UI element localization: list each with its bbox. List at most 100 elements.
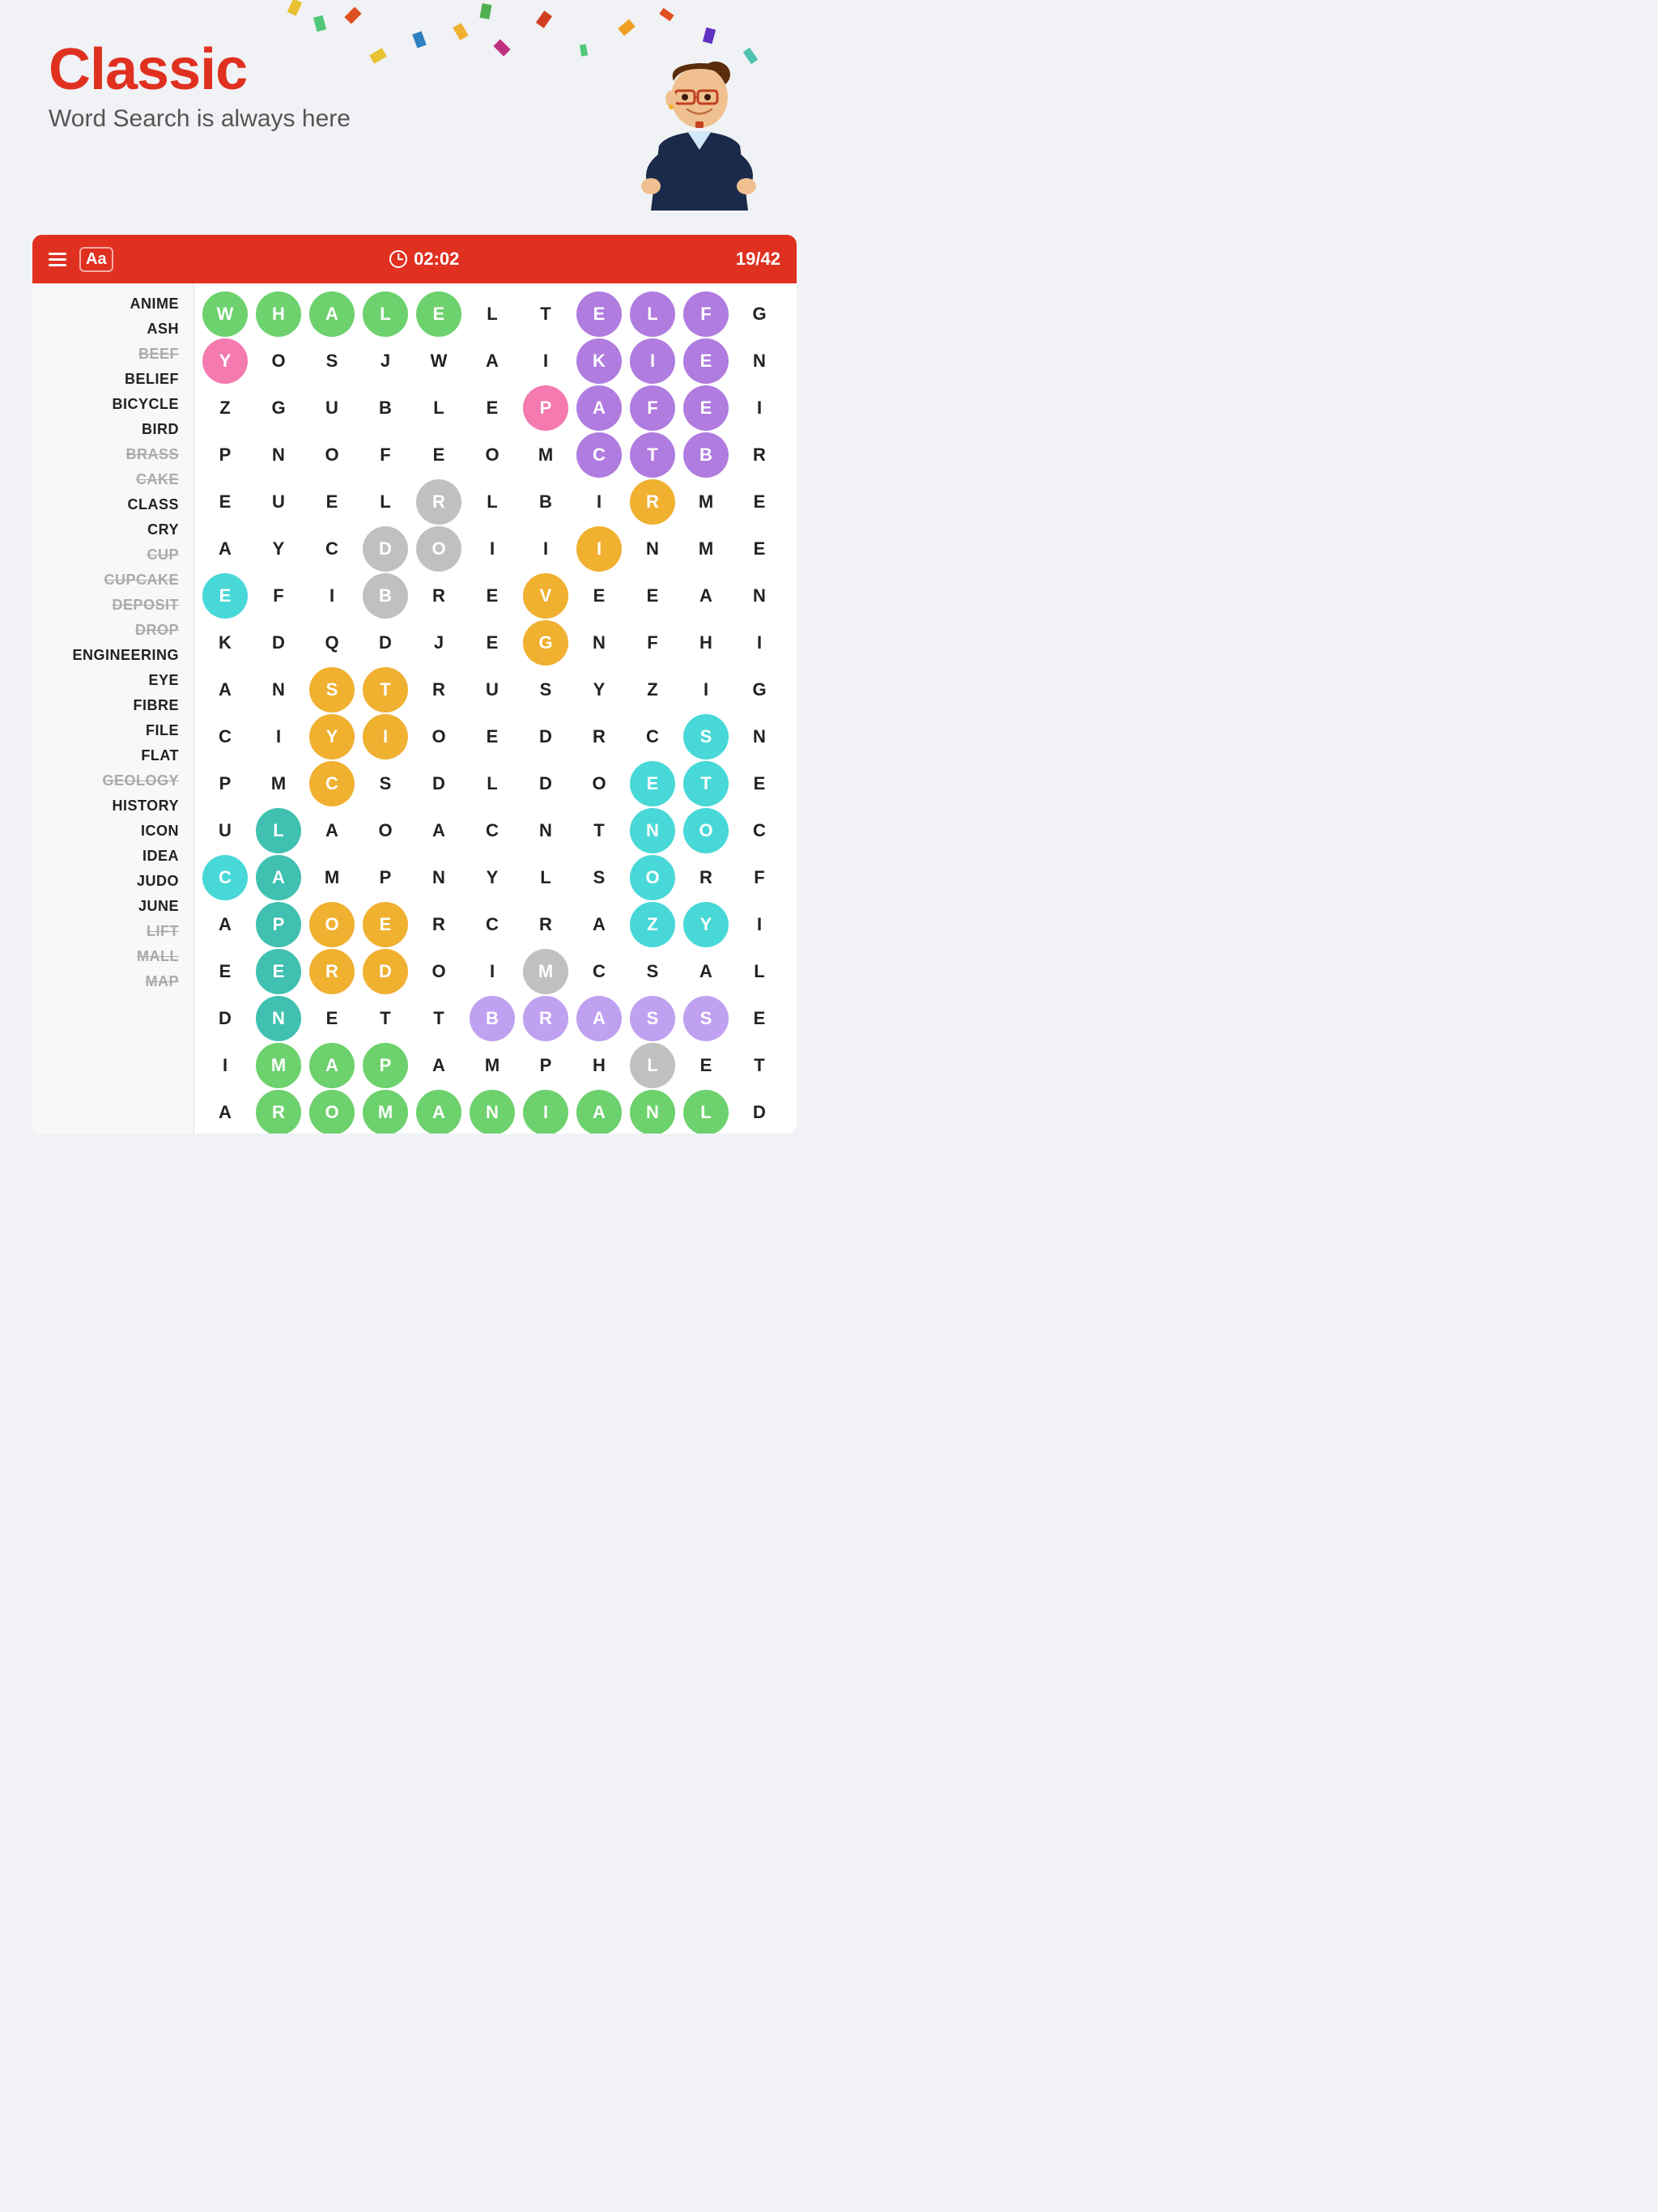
grid-cell[interactable]: C (202, 855, 248, 900)
grid-cell[interactable]: N (523, 808, 568, 853)
grid-cell[interactable]: Y (202, 338, 248, 384)
grid-cell[interactable]: E (737, 761, 782, 806)
font-size-button[interactable]: Aa (79, 247, 113, 272)
grid-cell[interactable]: S (683, 996, 729, 1041)
grid-cell[interactable]: U (256, 479, 301, 525)
grid-cell[interactable]: E (576, 573, 622, 619)
grid-cell[interactable]: U (470, 667, 515, 713)
grid-cell[interactable]: T (523, 291, 568, 337)
grid-cell[interactable]: D (523, 714, 568, 759)
grid-cell[interactable]: A (309, 808, 355, 853)
grid-cell[interactable]: H (576, 1043, 622, 1088)
grid-cell[interactable]: T (363, 996, 408, 1041)
grid-cell[interactable]: O (683, 808, 729, 853)
grid-cell[interactable]: E (256, 949, 301, 994)
grid-cell[interactable]: E (737, 526, 782, 572)
grid-cell[interactable]: T (363, 667, 408, 713)
grid-cell[interactable]: I (256, 714, 301, 759)
grid-cell[interactable]: S (523, 667, 568, 713)
grid-cell[interactable]: F (630, 385, 675, 431)
grid-cell[interactable]: T (683, 761, 729, 806)
grid-cell[interactable]: P (363, 1043, 408, 1088)
grid-cell[interactable]: O (256, 338, 301, 384)
grid-cell[interactable]: I (309, 573, 355, 619)
grid-cell[interactable]: F (363, 432, 408, 478)
grid-cell[interactable]: E (683, 385, 729, 431)
grid-cell[interactable]: O (309, 902, 355, 947)
grid-cell[interactable]: D (737, 1090, 782, 1134)
grid-cell[interactable]: I (523, 1090, 568, 1134)
grid-cell[interactable]: R (523, 996, 568, 1041)
grid-cell[interactable]: R (416, 479, 461, 525)
grid-cell[interactable]: N (737, 338, 782, 384)
grid-cell[interactable]: I (683, 667, 729, 713)
grid-cell[interactable]: B (523, 479, 568, 525)
grid-cell[interactable]: E (576, 291, 622, 337)
grid-cell[interactable]: P (256, 902, 301, 947)
grid-cell[interactable]: D (202, 996, 248, 1041)
grid-cell[interactable]: N (256, 996, 301, 1041)
grid-cell[interactable]: O (416, 949, 461, 994)
grid-cell[interactable]: P (202, 432, 248, 478)
grid-cell[interactable]: E (416, 432, 461, 478)
grid-cell[interactable]: M (470, 1043, 515, 1088)
grid-cell[interactable]: L (523, 855, 568, 900)
grid-cell[interactable]: A (683, 573, 729, 619)
grid-cell[interactable]: M (683, 526, 729, 572)
grid-cell[interactable]: L (630, 1043, 675, 1088)
grid-cell[interactable]: A (416, 808, 461, 853)
grid-cell[interactable]: O (309, 1090, 355, 1134)
grid-cell[interactable]: I (363, 714, 408, 759)
grid-cell[interactable]: A (576, 996, 622, 1041)
grid-cell[interactable]: Y (256, 526, 301, 572)
grid-cell[interactable]: R (737, 432, 782, 478)
grid-cell[interactable]: N (470, 1090, 515, 1134)
grid-cell[interactable]: Z (630, 667, 675, 713)
grid-cell[interactable]: R (416, 667, 461, 713)
grid-cell[interactable]: J (363, 338, 408, 384)
grid-cell[interactable]: R (683, 855, 729, 900)
grid-cell[interactable]: R (256, 1090, 301, 1134)
grid-cell[interactable]: R (523, 902, 568, 947)
grid-cell[interactable]: P (363, 855, 408, 900)
grid-cell[interactable]: Y (309, 714, 355, 759)
grid-cell[interactable]: E (470, 714, 515, 759)
grid-cell[interactable]: O (363, 808, 408, 853)
grid-cell[interactable]: S (630, 949, 675, 994)
grid-cell[interactable]: C (202, 714, 248, 759)
grid-cell[interactable]: S (630, 996, 675, 1041)
grid-cell[interactable]: C (309, 761, 355, 806)
grid-cell[interactable]: M (309, 855, 355, 900)
grid-cell[interactable]: N (737, 714, 782, 759)
grid-cell[interactable]: F (683, 291, 729, 337)
grid-cell[interactable]: R (576, 714, 622, 759)
grid-cell[interactable]: I (202, 1043, 248, 1088)
grid-cell[interactable]: T (576, 808, 622, 853)
grid-cell[interactable]: I (737, 385, 782, 431)
grid-cell[interactable]: A (470, 338, 515, 384)
grid-cell[interactable]: R (309, 949, 355, 994)
grid-cell[interactable]: L (470, 479, 515, 525)
grid-cell[interactable]: M (363, 1090, 408, 1134)
grid-cell[interactable]: B (363, 385, 408, 431)
grid-cell[interactable]: O (630, 855, 675, 900)
grid-cell[interactable]: A (309, 291, 355, 337)
grid-cell[interactable]: S (363, 761, 408, 806)
grid-cell[interactable]: O (309, 432, 355, 478)
grid-cell[interactable]: A (683, 949, 729, 994)
grid-cell[interactable]: C (470, 808, 515, 853)
grid-cell[interactable]: E (737, 996, 782, 1041)
grid-cell[interactable]: N (630, 808, 675, 853)
grid-cell[interactable]: M (523, 949, 568, 994)
grid-cell[interactable]: V (523, 573, 568, 619)
grid-cell[interactable]: B (363, 573, 408, 619)
grid-cell[interactable]: K (202, 620, 248, 666)
grid-cell[interactable]: N (630, 1090, 675, 1134)
grid-cell[interactable]: E (630, 761, 675, 806)
grid-cell[interactable]: T (630, 432, 675, 478)
grid-cell[interactable]: P (523, 385, 568, 431)
grid-cell[interactable]: M (256, 761, 301, 806)
grid-cell[interactable]: M (256, 1043, 301, 1088)
grid-cell[interactable]: B (683, 432, 729, 478)
grid-cell[interactable]: E (309, 479, 355, 525)
